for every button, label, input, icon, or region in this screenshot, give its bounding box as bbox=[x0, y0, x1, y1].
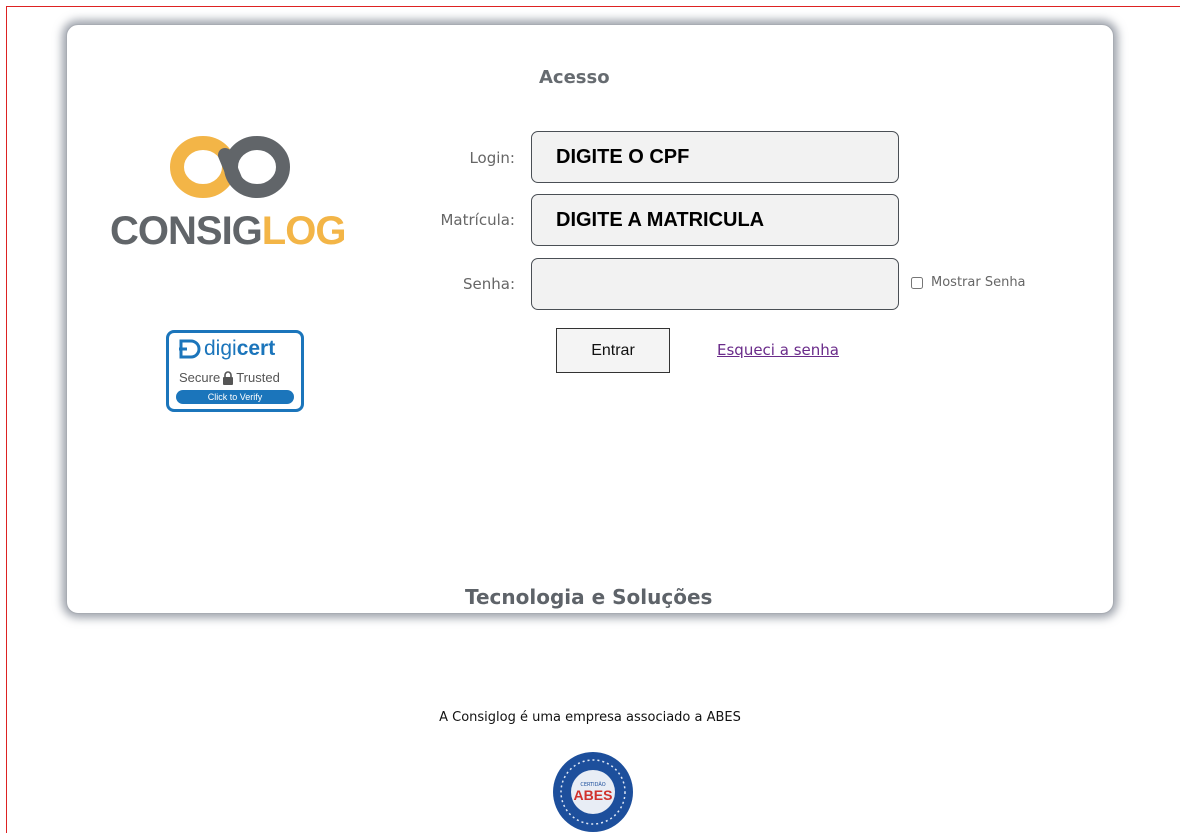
association-text: A Consiglog é uma empresa associado a AB… bbox=[0, 710, 1180, 725]
digicert-brand: digicert bbox=[204, 337, 275, 361]
association-suffix: é uma empresa associado a ABES bbox=[515, 710, 741, 725]
login-label: Login: bbox=[469, 149, 515, 167]
digicert-brand-row: digicert bbox=[177, 337, 275, 361]
logo-text-part1: CONSIG bbox=[110, 209, 263, 253]
senha-label: Senha: bbox=[462, 275, 515, 293]
digicert-icon bbox=[179, 339, 201, 359]
abes-seal-icon: CERTIDÃO ABES bbox=[553, 752, 633, 832]
enter-button[interactable]: Entrar bbox=[556, 328, 670, 373]
abes-seal-text: ABES bbox=[574, 787, 613, 803]
secure-trusted-row: Secure Trusted bbox=[179, 370, 280, 385]
show-password-label: Mostrar Senha bbox=[931, 275, 1026, 290]
show-password-toggle[interactable]: Mostrar Senha bbox=[911, 275, 1026, 290]
login-card: Acesso CONSIGLOG digicert Secure Trusted… bbox=[66, 24, 1114, 614]
digicert-brand-suffix: cert bbox=[236, 337, 276, 360]
page-title: Acesso bbox=[539, 67, 610, 88]
consiglog-logo: CONSIGLOG bbox=[110, 209, 347, 254]
trusted-text: Trusted bbox=[236, 370, 280, 385]
login-input[interactable] bbox=[531, 131, 899, 183]
matricula-input[interactable] bbox=[531, 194, 899, 246]
footer-title: Tecnologia e Soluções bbox=[465, 585, 713, 609]
digicert-brand-prefix: digi bbox=[204, 337, 237, 360]
secure-text: Secure bbox=[179, 370, 221, 385]
lock-icon bbox=[223, 370, 234, 385]
click-to-verify[interactable]: Click to Verify bbox=[176, 390, 294, 404]
consiglog-infinity-icon bbox=[170, 136, 290, 198]
association-company: Consiglog bbox=[452, 710, 516, 725]
show-password-checkbox[interactable] bbox=[911, 276, 923, 289]
logo-text-part2: LOG bbox=[261, 209, 347, 253]
digicert-badge[interactable]: digicert Secure Trusted Click to Verify bbox=[166, 330, 304, 412]
senha-input[interactable] bbox=[531, 258, 899, 310]
forgot-password-link[interactable]: Esqueci a senha bbox=[717, 341, 839, 359]
association-prefix: A bbox=[439, 710, 453, 725]
matricula-label: Matrícula: bbox=[440, 211, 515, 229]
